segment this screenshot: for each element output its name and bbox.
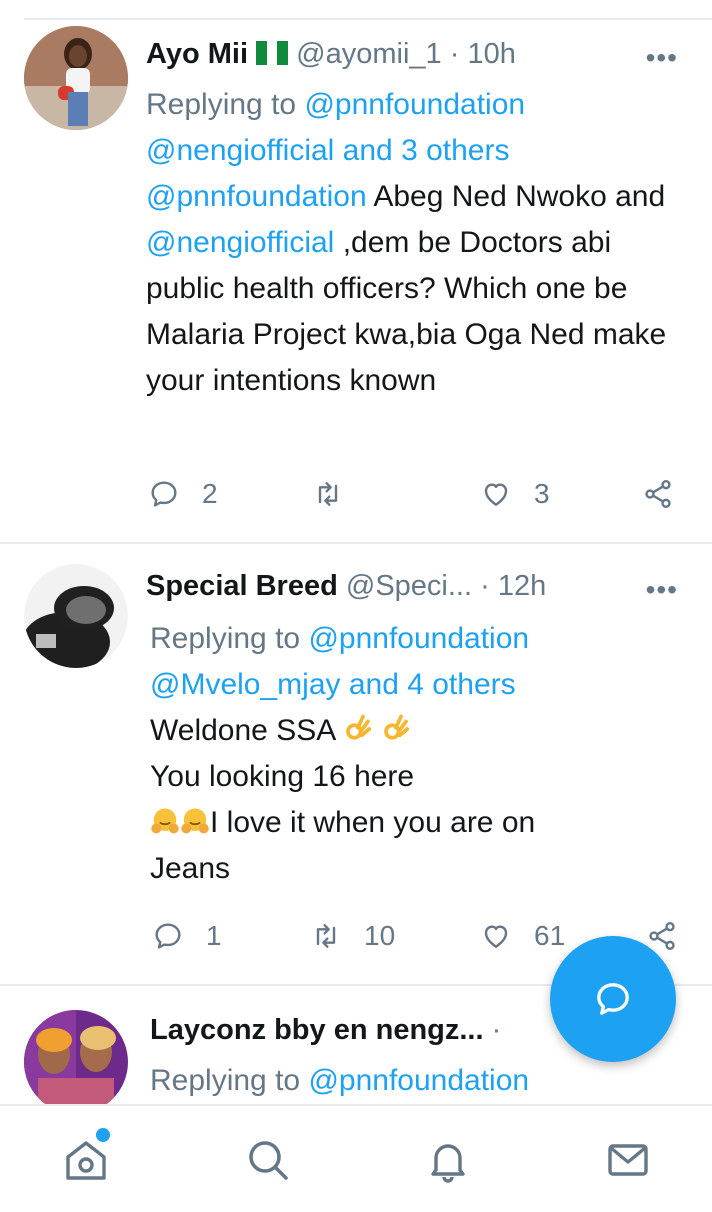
replying-prefix: Replying to xyxy=(150,1064,301,1097)
body-line: Jeans xyxy=(150,852,231,885)
like-button[interactable]: 61 xyxy=(480,916,565,956)
like-button[interactable]: 3 xyxy=(480,474,550,514)
display-name[interactable]: Ayo Mii xyxy=(146,38,248,70)
hugging-face-emoji xyxy=(151,808,179,834)
more-options-icon[interactable]: ••• xyxy=(646,576,678,604)
reply-count: 1 xyxy=(206,920,222,951)
avatar-ayo-mii[interactable] xyxy=(24,26,128,130)
share-icon xyxy=(645,480,671,508)
body-text: Abeg Ned Nwoko and xyxy=(366,180,666,213)
handle-and-time: · xyxy=(491,1014,502,1046)
heart-icon xyxy=(484,925,508,948)
nav-search[interactable] xyxy=(244,1136,292,1184)
share-button[interactable] xyxy=(642,474,674,514)
avatar-image xyxy=(24,26,128,130)
bottom-navigation xyxy=(0,1104,712,1212)
display-name[interactable]: Layconz bby en nengz... xyxy=(150,1014,484,1046)
retweet-button[interactable] xyxy=(312,474,366,514)
mail-icon xyxy=(608,1144,648,1176)
reply-count: 2 xyxy=(202,478,218,509)
reply-button[interactable]: 1 xyxy=(152,916,222,956)
tweet-header: Special Breed @Speci... · 12h xyxy=(146,570,712,610)
replying-prefix: Replying to xyxy=(150,622,301,655)
replying-others[interactable]: @Mvelo_mjay and 4 others xyxy=(150,662,516,708)
body-mention[interactable]: @pnnfoundation xyxy=(146,180,367,213)
retweet-count: 10 xyxy=(364,920,396,951)
avatar-layconz-bby[interactable] xyxy=(24,1010,128,1104)
reply-button[interactable]: 2 xyxy=(148,474,218,514)
body-line: I love it when you are on xyxy=(210,806,536,839)
avatar-image xyxy=(24,1010,128,1104)
home-icon xyxy=(66,1141,106,1180)
hugging-face-emoji xyxy=(181,808,209,834)
retweet-button[interactable]: 10 xyxy=(310,916,395,956)
nav-messages[interactable] xyxy=(604,1136,652,1184)
share-icon xyxy=(649,922,675,950)
like-count: 3 xyxy=(534,478,550,509)
display-name[interactable]: Special Breed xyxy=(146,570,338,602)
compose-reply-icon xyxy=(597,983,629,1015)
tweet-body: @pnnfoundation Abeg Ned Nwoko and @nengi… xyxy=(146,174,686,404)
nav-notifications[interactable] xyxy=(424,1136,472,1184)
nav-home[interactable] xyxy=(62,1128,110,1184)
like-count: 61 xyxy=(534,920,566,951)
tweet-body: Weldone SSA You looking 16 here I love i… xyxy=(150,708,690,892)
reply-icon xyxy=(155,923,181,949)
body-line: Weldone SSA xyxy=(150,714,335,747)
avatar-image xyxy=(24,564,128,668)
bell-icon xyxy=(431,1144,465,1183)
compose-reply-button[interactable] xyxy=(550,936,676,1062)
ok-hand-emoji xyxy=(384,714,410,740)
tweet-1[interactable]: Ayo Mii @ayomii_1 · 10h ••• Replying to … xyxy=(0,0,712,540)
more-options-icon[interactable]: ••• xyxy=(646,44,678,72)
heart-icon xyxy=(484,483,508,506)
search-icon xyxy=(249,1141,288,1180)
replying-prefix: Replying to xyxy=(146,88,297,121)
body-mention[interactable]: @nengiofficial xyxy=(146,226,334,259)
reply-icon xyxy=(151,481,177,507)
retweet-icon xyxy=(316,924,336,948)
replying-mention[interactable]: @pnnfoundation xyxy=(308,1064,529,1097)
replying-mention[interactable]: @pnnfoundation xyxy=(304,88,525,121)
replying-others[interactable]: @nengiofficial and 3 others xyxy=(146,128,509,174)
replying-to-line: Replying to @pnnfoundation xyxy=(150,616,529,662)
tweet-2[interactable]: Special Breed @Speci... · 12h ••• Replyi… xyxy=(0,544,712,984)
replying-to-line: Replying to @pnnfoundation xyxy=(146,82,525,128)
nigeria-flag-emoji xyxy=(256,40,289,65)
handle-and-time: @Speci... · 12h xyxy=(345,570,547,602)
body-line: You looking 16 here xyxy=(150,760,415,793)
handle-and-time: @ayomii_1 · 10h xyxy=(296,38,516,70)
retweet-icon xyxy=(318,482,338,506)
ok-hand-emoji xyxy=(346,714,372,740)
home-notification-dot xyxy=(96,1128,110,1142)
tweet-actions: 2 3 xyxy=(146,474,686,514)
avatar-special-breed[interactable] xyxy=(24,564,128,668)
tweet-header: Ayo Mii @ayomii_1 · 10h xyxy=(146,38,712,78)
replying-to-line: Replying to @pnnfoundation xyxy=(150,1058,529,1104)
replying-mention[interactable]: @pnnfoundation xyxy=(308,622,529,655)
